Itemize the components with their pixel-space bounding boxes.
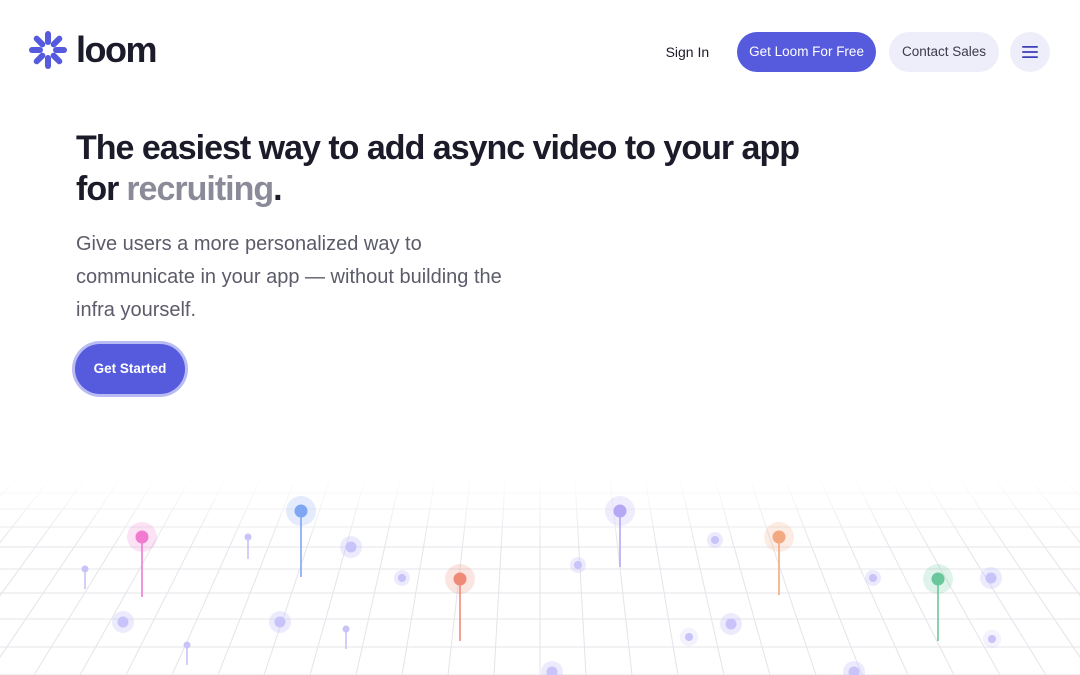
- map-pin-icon: [772, 530, 786, 544]
- map-dot: [345, 541, 357, 553]
- loom-logo-icon: [29, 31, 67, 69]
- map-pin-icon: [988, 635, 996, 643]
- hero-subtext: Give users a more personalized way to co…: [76, 233, 502, 321]
- grid-svg: [0, 475, 1080, 675]
- map-dot: [117, 616, 129, 628]
- map-dot: [398, 574, 406, 582]
- map-dot: [711, 536, 719, 544]
- map-pin-icon: [183, 641, 191, 649]
- map-dot: [725, 618, 737, 630]
- map-pin-icon: [342, 625, 350, 633]
- top-nav: Sign In Get Loom For Free Contact Sales: [666, 32, 1050, 72]
- get-loom-free-button[interactable]: Get Loom For Free: [737, 32, 876, 72]
- map-dot: [274, 616, 286, 628]
- menu-button[interactable]: [1010, 32, 1050, 72]
- map-pin-icon: [294, 504, 308, 518]
- logo-wordmark: loom: [76, 29, 158, 70]
- headline-rotating-word: recruiting: [126, 170, 274, 208]
- map-pin-icon: [135, 530, 149, 544]
- headline-period: .: [273, 170, 283, 208]
- hero-headline: The easiest way to add async video to yo…: [76, 128, 800, 210]
- map-pin-icon: [81, 565, 89, 573]
- map-dot: [869, 574, 877, 582]
- site-header: loom Sign In Get Loom For Free Contact S…: [0, 0, 1080, 104]
- map-pin-icon: [244, 533, 252, 541]
- headline-for: for: [76, 170, 119, 208]
- hamburger-menu-icon: [1022, 46, 1038, 58]
- contact-sales-button[interactable]: Contact Sales: [888, 32, 999, 72]
- headline-line-1: The easiest way to add async video to yo…: [76, 129, 800, 167]
- loom-logo[interactable]: loom: [28, 29, 158, 70]
- sign-in-link[interactable]: Sign In: [666, 44, 710, 60]
- map-pin-icon: [931, 572, 945, 586]
- map-dot: [574, 561, 582, 569]
- get-started-button[interactable]: Get Started: [75, 344, 185, 394]
- map-pin-icon: [613, 504, 627, 518]
- map-pin-icon: [453, 572, 467, 586]
- map-pin-icon: [685, 633, 693, 641]
- map-dot: [985, 572, 997, 584]
- landing-page: loom Sign In Get Loom For Free Contact S…: [0, 0, 1080, 675]
- location-grid-illustration: [0, 475, 1080, 675]
